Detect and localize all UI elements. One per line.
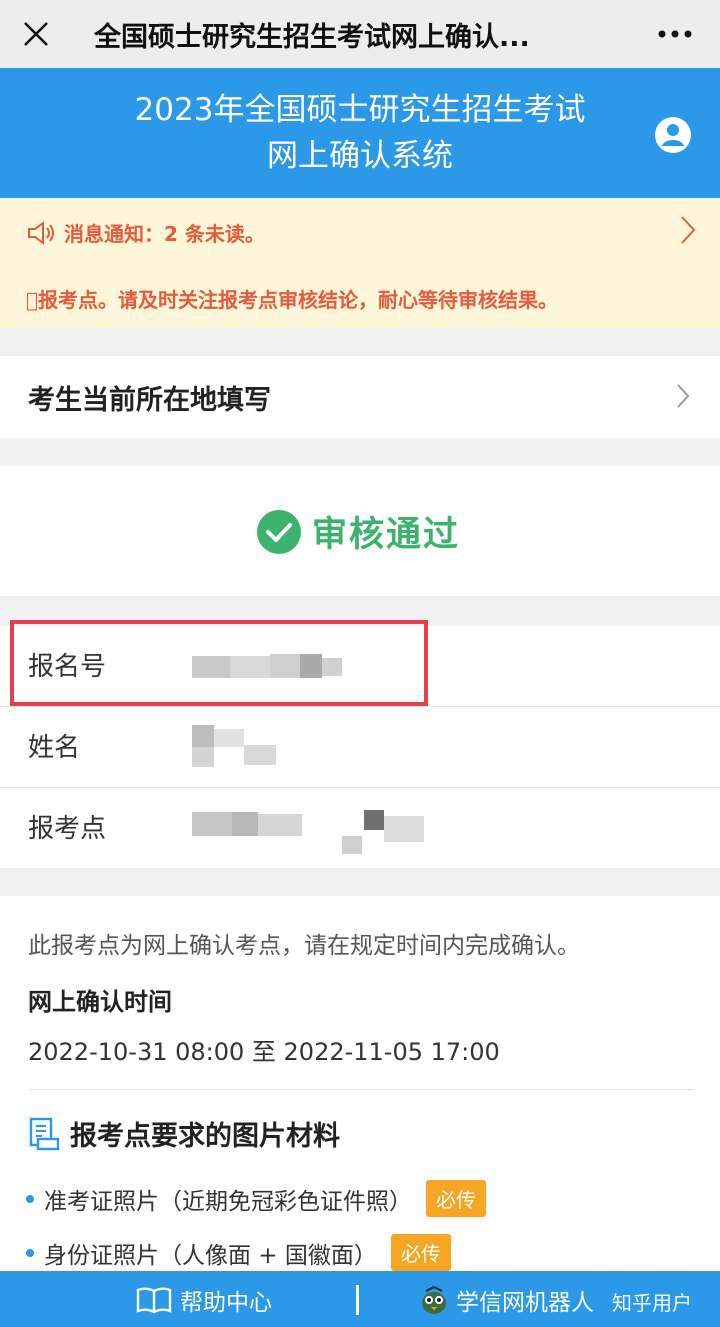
more-icon <box>658 30 692 38</box>
confirm-time-heading: 网上确认时间 <box>28 988 172 1016</box>
material-item: 身份证照片（人像面 + 国徽面） 必传 <box>26 1234 451 1271</box>
exam-site-description: 此报考点为网上确认考点，请在规定时间内完成确认。 <box>28 933 580 959</box>
material-item-label: 身份证照片（人像面 + 国徽面） <box>44 1242 377 1269</box>
document-icon <box>29 1117 60 1150</box>
divider <box>356 1285 359 1315</box>
help-center-button[interactable]: 帮助中心 <box>136 1283 272 1317</box>
exam-site-value-blurred <box>192 808 432 858</box>
bullet-icon <box>26 1194 34 1203</box>
materials-heading: 报考点要求的图片材料 <box>28 1114 340 1153</box>
system-title-line2: 网上确认系统 <box>267 138 453 174</box>
name-row: 姓名 <box>0 707 720 787</box>
chevron-right-icon[interactable] <box>678 214 698 246</box>
name-value-blurred <box>192 725 282 769</box>
check-circle-icon <box>257 509 301 554</box>
robot-icon <box>422 1285 446 1314</box>
user-icon[interactable] <box>654 116 692 154</box>
watermark: 知乎用户 <box>612 1291 692 1315</box>
registration-number-highlight <box>10 620 428 706</box>
speaker-icon <box>28 220 54 245</box>
required-badge: 必传 <box>390 1234 451 1271</box>
system-title-line1: 2023年全国硕士研究生招生考试 <box>134 92 586 128</box>
review-status-label: 审核通过 <box>312 515 461 555</box>
help-center-label: 帮助中心 <box>180 1290 272 1316</box>
location-label: 考生当前所在地填写 <box>28 385 271 416</box>
bottom-bar: 帮助中心 学信网机器人 知乎用户 <box>0 1271 720 1327</box>
title-bar: 全国硕士研究生招生考试网上确认... <box>0 0 720 68</box>
required-badge: 必传 <box>426 1180 486 1217</box>
exam-site-label: 报考点 <box>28 814 107 844</box>
more-button[interactable] <box>630 0 720 68</box>
chatbot-button[interactable]: 学信网机器人 <box>420 1283 594 1317</box>
material-item-label: 准考证照片（近期免冠彩色证件照） <box>44 1188 412 1215</box>
material-item: 准考证照片（近期免冠彩色证件照） 必传 <box>26 1180 486 1217</box>
notice-title: 消息通知：2 条未读。 <box>64 222 265 246</box>
close-button[interactable] <box>0 0 72 68</box>
notice-summary[interactable]: 消息通知：2 条未读。 <box>26 218 265 247</box>
book-icon <box>136 1287 172 1314</box>
system-header: 2023年全国硕士研究生招生考试 网上确认系统 <box>0 68 720 198</box>
exam-site-row: 报考点 <box>0 788 720 868</box>
close-icon <box>24 22 48 46</box>
materials-heading-label: 报考点要求的图片材料 <box>70 1121 340 1152</box>
chevron-right-icon <box>677 384 690 408</box>
chatbot-label: 学信网机器人 <box>456 1290 594 1316</box>
review-status-card: 审核通过 <box>0 466 720 596</box>
location-entry[interactable]: 考生当前所在地填写 <box>0 356 720 438</box>
notice-detail:  报考点。请及时关注报考点审核结论，耐心等待审核结果。 <box>26 288 559 312</box>
divider <box>28 1089 694 1090</box>
confirm-time-range: 2022-10-31 08:00 至 2022-11-05 17:00 <box>28 1038 500 1066</box>
bullet-icon <box>26 1248 34 1257</box>
page-title: 全国硕士研究生招生考试网上确认... <box>94 21 530 53</box>
name-label: 姓名 <box>28 733 81 763</box>
